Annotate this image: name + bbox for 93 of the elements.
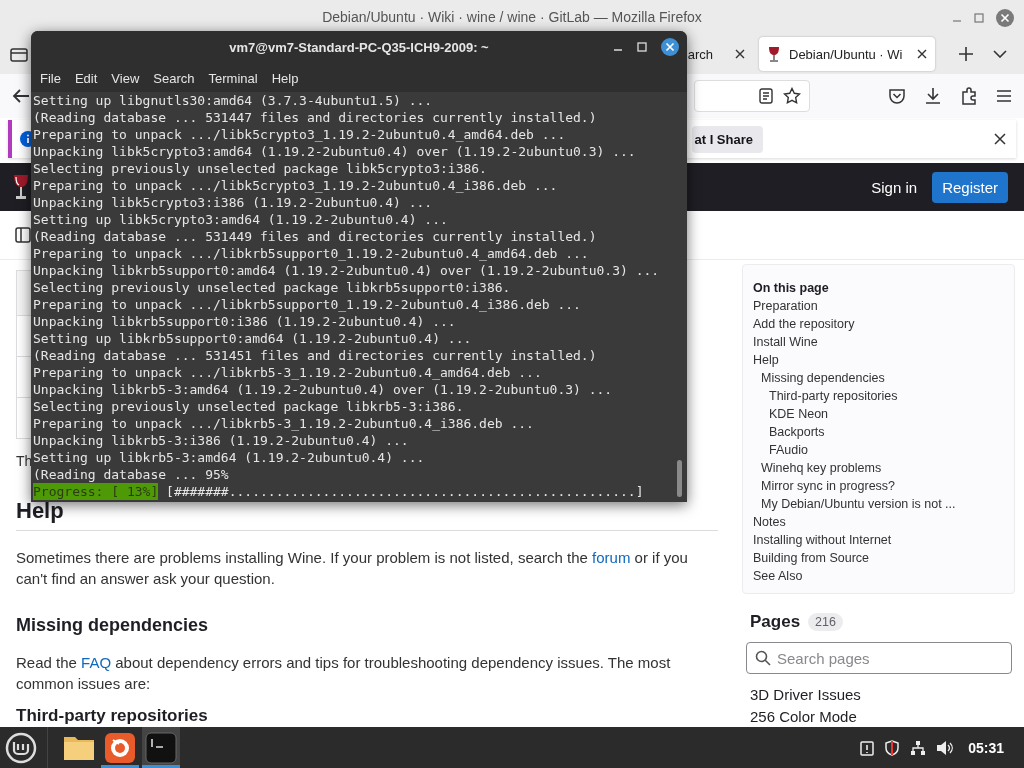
terminal-line: Preparing to unpack .../libkrb5-3_1.19.2-2ubuntu0.4_amd64.deb ... [33,364,543,381]
progress-label: Progress: [ 13%] [33,483,159,500]
toc-link[interactable]: KDE Neon [753,405,1004,423]
count-badge: 216 [808,613,843,631]
terminal-line: Unpacking libk5crypto3:amd64 (1.19.2-2ubuntu0.4) over (1.19.2-2ubuntu0.3) ... [33,143,637,160]
toc-link[interactable]: Notes [753,513,1004,531]
terminal-line: Setting up libkrb5support0:amd64 (1.19.2-2ubuntu0.4) ... [33,330,473,347]
terminal-line: Unpacking libkrb5support0:i386 (1.19.2-2ubuntu0.4) ... [33,313,457,330]
toc-link[interactable]: Help [753,351,1004,369]
terminal-line: (Reading database ... 95% [33,466,230,483]
close-icon[interactable] [661,38,679,56]
menu-item[interactable]: Search [146,67,202,89]
menu-item[interactable]: Terminal [201,67,265,89]
toc-link[interactable]: Preparation [753,297,1004,315]
toc-link[interactable]: Installing without Internet [753,531,1004,549]
sidebar-toggle-icon[interactable] [15,227,31,243]
clock[interactable]: 05:31 [968,739,1004,756]
toc-link[interactable]: My Debian/Ubuntu version is not ... [753,495,1004,513]
terminal-line: Setting up libk5crypto3:amd64 (1.19.2-2ubuntu0.4) ... [33,211,449,228]
link[interactable]: FAQ [81,654,112,671]
terminal-line: Unpacking libk5crypto3:i386 (1.19.2-2ubuntu0.4) ... [33,194,434,211]
wine-glass-icon [767,46,781,62]
terminal-line: Selecting previously unselected package libkrb5support0:i386. [33,279,512,296]
terminal-line: Preparing to unpack .../libkrb5support0_1.19.2-2ubuntu0.4_amd64.deb ... [33,245,590,262]
terminal-line: Preparing to unpack .../libkrb5-3_1.19.2-2ubuntu0.4_i386.deb ... [33,415,535,432]
new-tab-icon[interactable] [959,47,973,61]
terminal-line: Unpacking libkrb5support0:amd64 (1.19.2-2ubuntu0.4) over (1.19.2-2ubuntu0.3) ... [33,262,661,279]
toc-link[interactable]: Add the repository [753,315,1004,333]
toc-link[interactable]: Mirror sync in progress? [753,477,1004,495]
page-link[interactable]: 3D Driver Issues [742,686,1015,704]
terminal-icon[interactable] [145,731,177,764]
terminal-line: (Reading database ... 531451 files and directories currently installed.) [33,347,598,364]
link[interactable]: forum [592,549,631,566]
terminal-line: Selecting previously unselected package libk5crypto3:i386. [33,160,488,177]
toc-link[interactable]: Winehq key problems [753,459,1004,477]
chevron-down-icon[interactable] [993,50,1007,58]
terminal-line: Selecting previously unselected package libkrb5-3:i386. [33,398,465,415]
terminal-line: Preparing to unpack .../libk5crypto3_1.19.2-2ubuntu0.4_amd64.deb ... [33,126,567,143]
close-icon[interactable] [917,49,927,59]
toc-title: On this page [753,280,830,297]
subsection-heading: Missing dependencies [16,615,210,636]
toc-link[interactable]: Missing dependencies [753,369,1004,387]
close-icon[interactable] [735,49,745,59]
menu-item[interactable]: Help [264,67,306,89]
subsection-heading: Third-party repositories [16,706,209,725]
terminal-line: Unpacking libkrb5-3:i386 (1.19.2-2ubuntu0.4) ... [33,432,410,449]
pocket-icon[interactable] [888,88,906,104]
download-icon[interactable] [924,87,942,105]
window-title: vm7@vm7-Standard-PC-Q35-ICH9-2009: ~ [229,40,489,55]
network-icon[interactable] [910,739,927,756]
menu-item[interactable]: Edit [67,67,105,89]
browser-icon[interactable] [104,731,136,764]
menu-icon[interactable] [996,89,1012,103]
paragraph: Read the FAQ about dependency errors and tips for troubleshooting dependency issues. The most common issues are: [16,653,672,694]
notification-button[interactable]: at I Share [692,125,763,153]
wine-glass-logo-icon[interactable] [12,174,30,200]
tab-list-icon[interactable] [10,46,28,62]
progress-bar-text: [#######....................................................] [165,483,644,500]
toc-link[interactable]: See Also [753,567,1004,585]
address-bar[interactable] [694,80,810,112]
terminal-line: (Reading database ... 531449 files and directories currently installed.) [33,228,598,245]
search-field[interactable]: Search pages [746,642,1012,674]
browser-tab[interactable]: arch [688,37,751,71]
terminal-line: Preparing to unpack .../libk5crypto3_1.19.2-2ubuntu0.4_i386.deb ... [33,177,559,194]
close-icon[interactable] [994,133,1006,145]
browser-tab[interactable]: Debian/Ubuntu · Wi [759,37,935,71]
terminal-line: Setting up libgnutls30:amd64 (3.7.3-4ubuntu1.5) ... [33,92,434,109]
terminal-line: Unpacking libkrb5-3:amd64 (1.19.2-2ubuntu0.4) over (1.19.2-2ubuntu0.3) ... [33,381,614,398]
star-icon[interactable] [783,87,801,105]
toc-link[interactable]: Install Wine [753,333,1004,351]
window-title: Debian/Ubuntu · Wiki · wine / wine · GitLab — Mozilla Firefox [322,9,702,25]
register-button[interactable]: Register [932,171,1008,203]
page-link[interactable]: 256 Color Mode [742,708,1015,726]
scrollbar-thumb[interactable] [677,460,682,497]
volume-icon[interactable] [936,739,955,756]
toc-link[interactable]: Backports [753,423,1004,441]
toc-link[interactable]: FAudio [753,441,1004,459]
sign-in-link[interactable]: Sign in [871,178,918,196]
toc-link[interactable]: Building from Source [753,549,1004,567]
terminal-line: Setting up libkrb5-3:amd64 (1.19.2-2ubuntu0.4) ... [33,449,426,466]
shield-icon[interactable] [884,739,901,756]
pages-heading: Pages [750,612,801,632]
back-arrow-icon[interactable] [12,88,30,104]
mint-menu-icon[interactable] [5,731,37,764]
menu-item[interactable]: File [33,67,68,89]
toc-link[interactable]: Third-party repositories [753,387,1004,405]
menu-item[interactable]: View [104,67,147,89]
paragraph: Sometimes there are problems installing Wine. If your problem is not listed, search the forum or if you can't find an answer ask your question. [16,548,689,589]
reader-view-icon[interactable] [759,88,773,104]
terminal-line: Preparing to unpack .../libkrb5support0_1.19.2-2ubuntu0.4_i386.deb ... [33,296,582,313]
terminal-line: (Reading database ... 531447 files and directories currently installed.) [33,109,598,126]
puzzle-icon[interactable] [960,87,978,105]
paragraph: Th [16,453,33,469]
